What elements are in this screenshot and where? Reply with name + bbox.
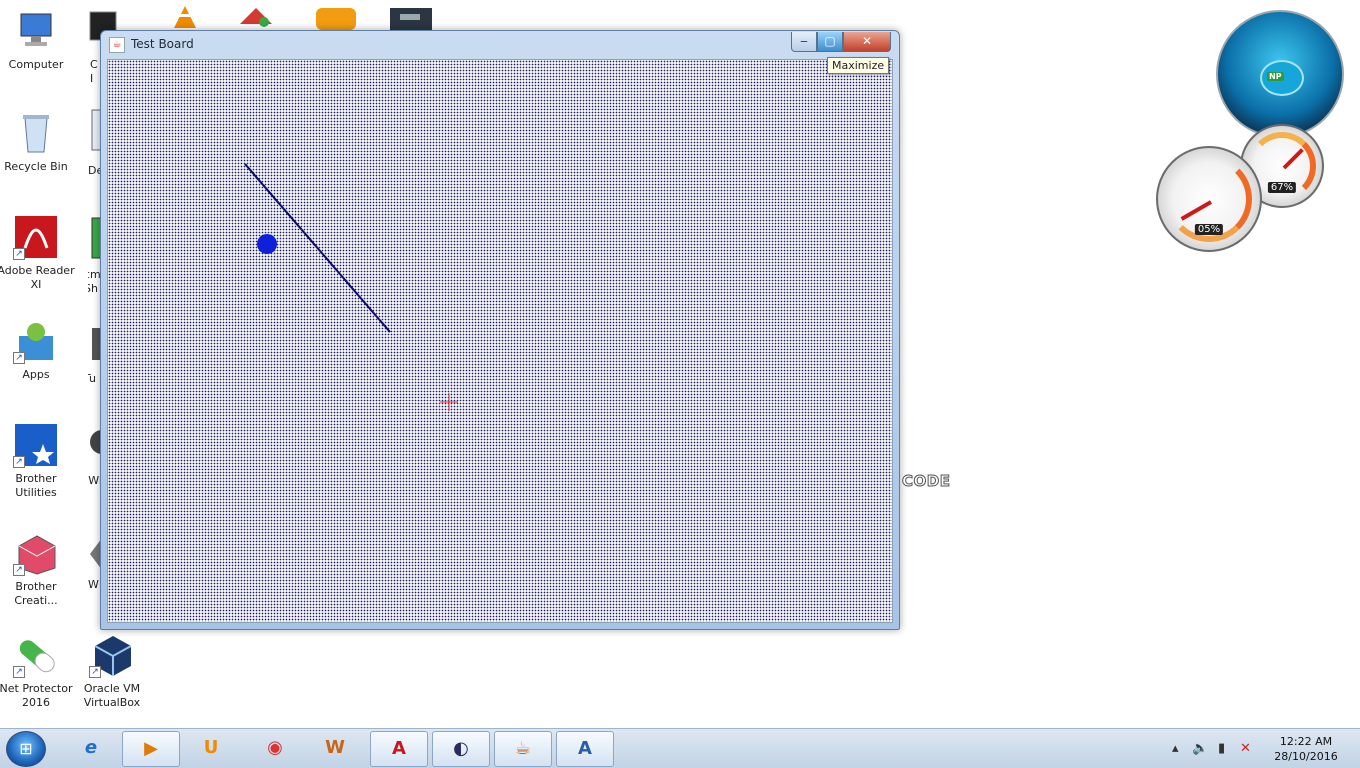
app-window: ☕ Test Board ‒ ▢ ✕ Maximize (100, 30, 900, 630)
clock-time: 12:22 AM (1279, 735, 1333, 748)
java-app-icon: ☕ (109, 37, 125, 53)
window-titlebar[interactable]: ☕ Test Board ‒ ▢ ✕ (101, 31, 899, 59)
desktop-icon-computer[interactable]: Computer (0, 8, 76, 72)
desktop-icon-label: Brother Utilities (15, 472, 57, 499)
maximize-tooltip: Maximize (827, 57, 890, 74)
vlc-icon[interactable] (170, 4, 200, 30)
java-icon[interactable]: ☕ (494, 731, 552, 767)
eclipse-icon[interactable]: ◐ (432, 731, 490, 767)
word-icon[interactable]: W (306, 731, 364, 767)
cpu-gauge[interactable]: 05% (1156, 146, 1262, 252)
desktop-icon-label: Net Protector 2016 (0, 682, 73, 709)
computer-icon (13, 8, 59, 54)
virtualbox-icon: ↗ (89, 632, 135, 678)
desktop-icon-label: C (90, 58, 98, 71)
desktop-icon-label: Apps (22, 368, 50, 381)
taskbar: ⊞ e ▶ U ◉ W A ◐ ☕ A ▴ 🔈 ▮ ✕ 12:22 AM 28/… (0, 728, 1360, 768)
uc-browser-icon[interactable]: U (182, 731, 240, 767)
power-icon[interactable]: ▮ (1218, 741, 1225, 756)
close-button[interactable]: ✕ (843, 32, 891, 52)
desktop-icon-recycle-bin[interactable]: Recycle Bin (0, 110, 76, 174)
desktop-icon-label: Computer (8, 58, 64, 71)
git-icon[interactable] (236, 4, 276, 30)
desktop-icon-label: Tu (88, 372, 97, 385)
shortcut-arrow-icon: ↗ (13, 564, 25, 576)
desktop-icon-label: Recycle Bin (4, 160, 68, 173)
desktop-icon-adobe-reader[interactable]: ↗ Adobe Reader XI (0, 214, 76, 292)
desktop-icon-brother-utilities[interactable]: ↗ Brother Utilities (0, 422, 76, 500)
desktop-icon-brother-creative[interactable]: ↗ Brother Creati... (0, 530, 76, 608)
code-desktop-label: CODE (901, 472, 951, 491)
shortcut-arrow-icon: ↗ (13, 456, 25, 468)
maximize-button[interactable]: ▢ (817, 32, 843, 52)
recycle-bin-icon (13, 110, 59, 156)
apps-icon: ↗ (13, 318, 59, 364)
clock-date: 28/10/2016 (1274, 750, 1338, 763)
desktop-icon-label: Brother Creati... (14, 580, 58, 607)
adobe-reader-taskbar-icon[interactable]: A (370, 731, 428, 767)
chrome-icon[interactable]: ◉ (246, 731, 304, 767)
shortcut-arrow-icon: ↗ (89, 666, 101, 678)
desktop-icon-label: I (90, 72, 94, 85)
adobe-reader-icon: ↗ (13, 214, 59, 260)
counter-strike-icon[interactable] (388, 6, 434, 30)
brother-creative-icon: ↗ (13, 530, 59, 576)
drawing-canvas[interactable] (107, 59, 893, 623)
minimize-button[interactable]: ‒ (791, 32, 817, 52)
desktop-icon-net-protector[interactable]: ↗ Net Protector 2016 (0, 632, 76, 710)
net-protector-gadget[interactable]: NP (1216, 10, 1344, 138)
desktop-icon-virtualbox[interactable]: ↗ Oracle VM VirtualBox (72, 632, 152, 710)
volume-icon[interactable]: 🔈 (1192, 741, 1208, 756)
shortcut-arrow-icon: ↗ (13, 352, 25, 364)
desktop-icon-label: W (88, 578, 99, 591)
start-button[interactable]: ⊞ (6, 731, 46, 767)
network-disconnected-icon[interactable]: ✕ (1240, 741, 1251, 756)
board-drawing (244, 163, 458, 411)
desktop-icon-apps[interactable]: ↗ Apps (0, 318, 76, 382)
media-player-icon[interactable]: ▶ (122, 731, 180, 767)
app-orange-icon[interactable] (314, 6, 358, 30)
shortcut-arrow-icon: ↗ (13, 666, 25, 678)
brother-utilities-icon: ↗ (13, 422, 59, 468)
desktop-icon-label: Oracle VM VirtualBox (83, 682, 141, 709)
ball (257, 234, 277, 254)
cpu-gauge-value: 05% (1194, 224, 1224, 235)
desktop-icon-label: Adobe Reader XI (0, 264, 75, 291)
system-clock[interactable]: 12:22 AM 28/10/2016 (1268, 734, 1344, 764)
np-badge: NP (1267, 72, 1284, 81)
show-hidden-icons-icon[interactable]: ▴ (1172, 741, 1179, 756)
shortcut-arrow-icon: ↗ (13, 248, 25, 260)
internet-explorer-icon[interactable]: e (62, 731, 120, 767)
window-title: Test Board (131, 37, 194, 51)
crosshair-cursor-icon (440, 393, 458, 411)
net-protector-icon: ↗ (13, 632, 59, 678)
notepad-icon[interactable]: A (556, 731, 614, 767)
memory-gauge-value: 67% (1267, 182, 1297, 193)
